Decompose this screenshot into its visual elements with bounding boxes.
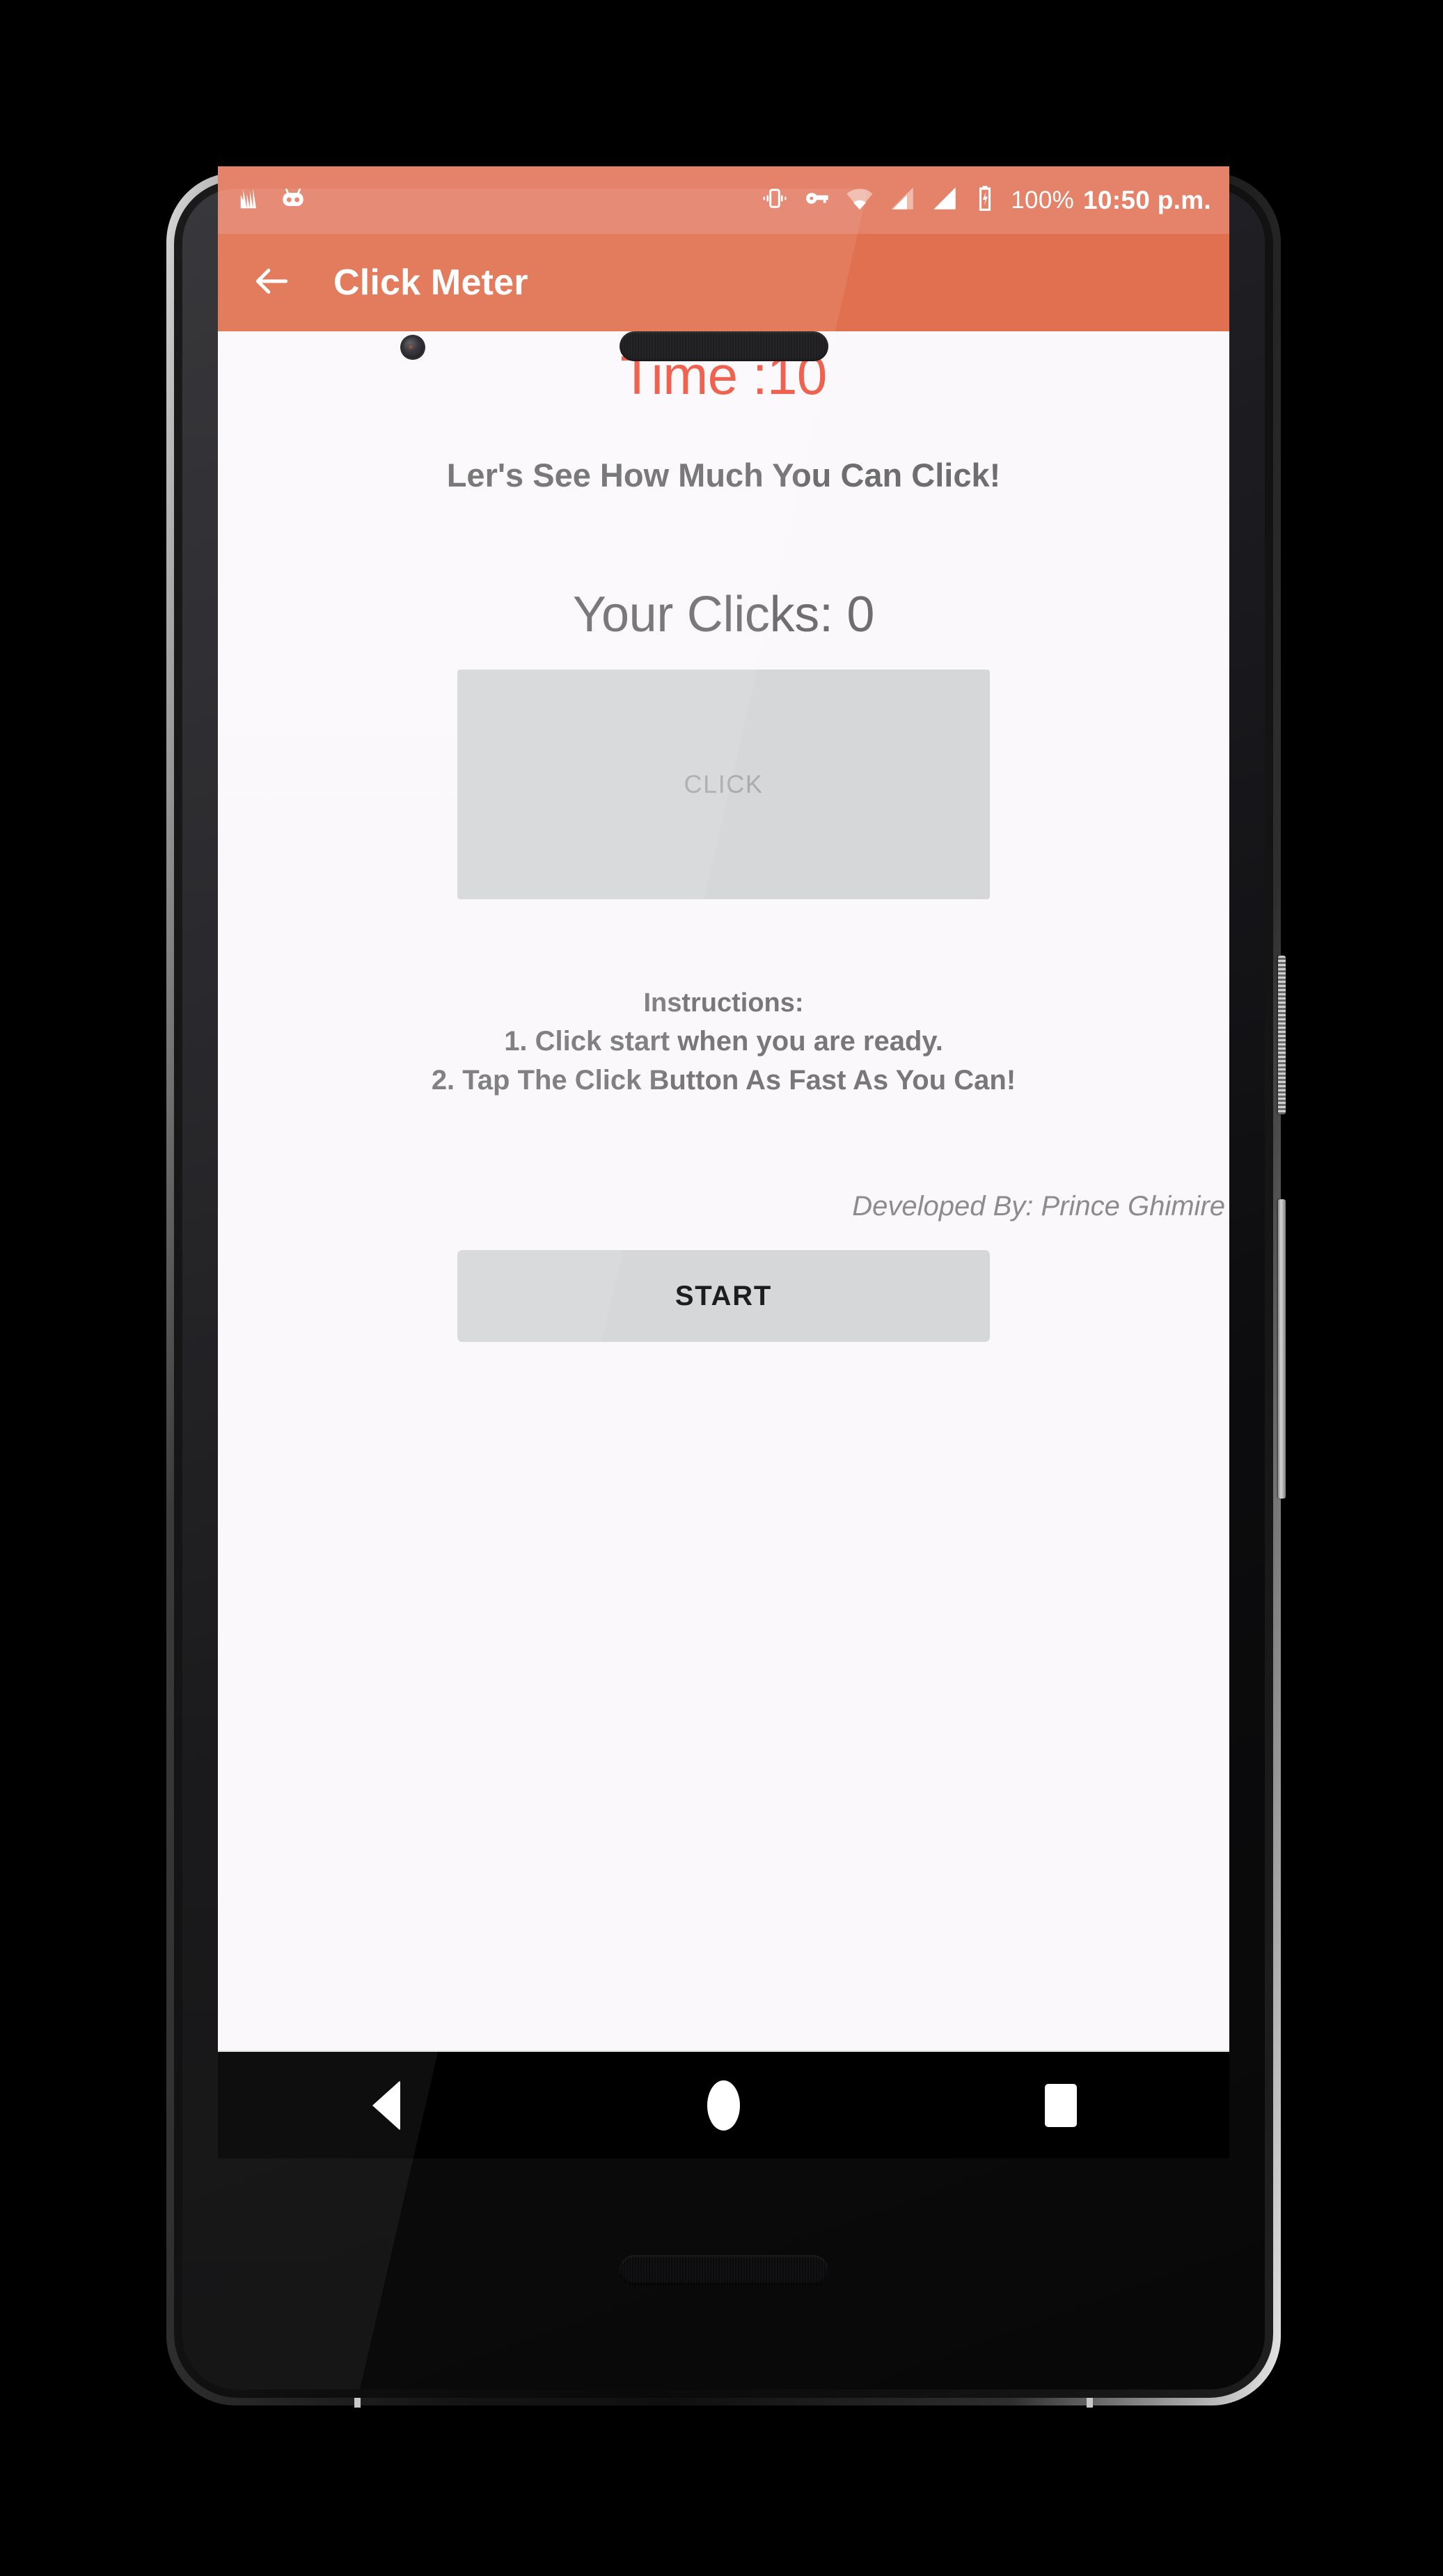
vpn-key-icon: [803, 184, 832, 216]
cyanogenmod-notification-icon: [279, 184, 307, 216]
battery-percent-label: 100%: [1011, 186, 1075, 214]
wifi-icon: [845, 184, 874, 216]
music-notification-icon: [237, 185, 264, 215]
front-camera-icon: [402, 336, 424, 358]
instruction-item-2: 2. Tap The Click Button As Fast As You C…: [431, 1065, 1016, 1096]
home-nav-button[interactable]: [555, 2052, 892, 2158]
nav-back-triangle-icon: [372, 2080, 401, 2131]
vibrate-icon: [760, 184, 789, 216]
android-nav-bar: [218, 2050, 1229, 2158]
bottom-speaker-grille: [619, 2255, 828, 2285]
back-nav-button[interactable]: [218, 2052, 555, 2158]
instructions-title: Instructions:: [643, 988, 804, 1018]
back-button[interactable]: [250, 261, 293, 304]
power-button[interactable]: [1278, 956, 1286, 1114]
signal-bars-sim2-icon: [930, 184, 959, 216]
phone-display: 100% 10:50 p.m. Click Meter Time :10 Ler…: [218, 166, 1229, 2158]
status-bar: 100% 10:50 p.m.: [218, 166, 1229, 234]
main-content: Time :10 Ler's See How Much You Can Clic…: [218, 331, 1229, 2158]
app-title: Click Meter: [333, 262, 528, 303]
battery-charging-icon: [972, 184, 998, 216]
arrow-back-icon: [250, 260, 293, 306]
volume-rocker[interactable]: [1278, 1199, 1286, 1499]
nav-recents-square-icon: [1044, 2083, 1077, 2127]
click-count-label: Your Clicks: 0: [572, 587, 875, 642]
instructions-section: Instructions: 1. Click start when you ar…: [218, 988, 1229, 1096]
app-bar: Click Meter: [218, 234, 1229, 331]
signal-bars-sim1-icon: [888, 184, 917, 216]
nav-home-circle-icon: [707, 2080, 740, 2131]
start-button[interactable]: START: [457, 1250, 990, 1342]
recents-nav-button[interactable]: [892, 2052, 1229, 2158]
developer-credit: Developed By: Prince Ghimire: [852, 1191, 1225, 1222]
click-button[interactable]: CLICK: [457, 670, 990, 899]
earpiece-speaker-grille: [619, 331, 828, 361]
instruction-item-1: 1. Click start when you are ready.: [504, 1026, 943, 1057]
status-bar-system-icons: 100% 10:50 p.m.: [760, 184, 1211, 216]
status-bar-clock: 10:50 p.m.: [1083, 185, 1211, 214]
status-bar-notifications: [237, 184, 307, 216]
tagline-text: Ler's See How Much You Can Click!: [446, 457, 1001, 493]
